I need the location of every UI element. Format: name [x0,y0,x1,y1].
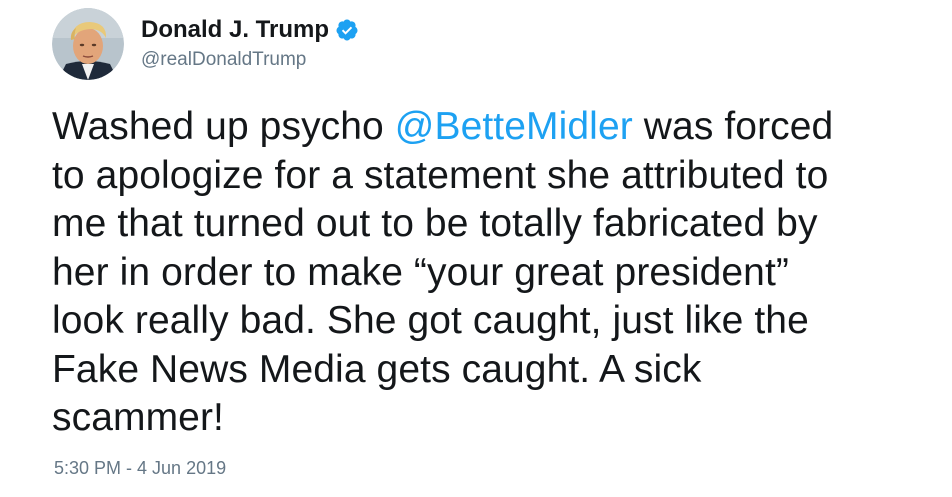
tweet-text-segment: was forced [632,105,834,148]
tweet-line: me that turned out to be totally fabrica… [52,202,818,245]
tweet-card: Donald J. Trump @realDonaldTrump Washed … [0,0,952,497]
tweet-line: scammer! [52,396,224,439]
author-names: Donald J. Trump @realDonaldTrump [141,15,359,73]
mention-link[interactable]: @BetteMidler [395,105,633,148]
tweet-timestamp[interactable]: 5:30 PM - 4 Jun 2019 [54,456,226,480]
tweet-text-segment: Washed up psycho [52,105,395,148]
tweet-line: Washed up psycho @BetteMidler was forced [52,103,932,152]
tweet-line: her in order to make “your great preside… [52,250,789,294]
tweet-line: Fake News Media gets caught. A sick [52,347,702,391]
tweet-header: Donald J. Trump @realDonaldTrump [52,6,359,82]
avatar[interactable] [52,8,124,80]
tweet-line: to apologize for a statement she attribu… [52,153,829,197]
tweet-line: look really bad. She got caught, just li… [52,299,809,342]
tweet-text: Washed up psycho @BetteMidler was forced… [52,103,932,443]
author-handle[interactable]: @realDonaldTrump [141,47,359,73]
name-row: Donald J. Trump [141,15,359,45]
display-name[interactable]: Donald J. Trump [141,15,329,45]
verified-badge-icon [336,19,358,41]
